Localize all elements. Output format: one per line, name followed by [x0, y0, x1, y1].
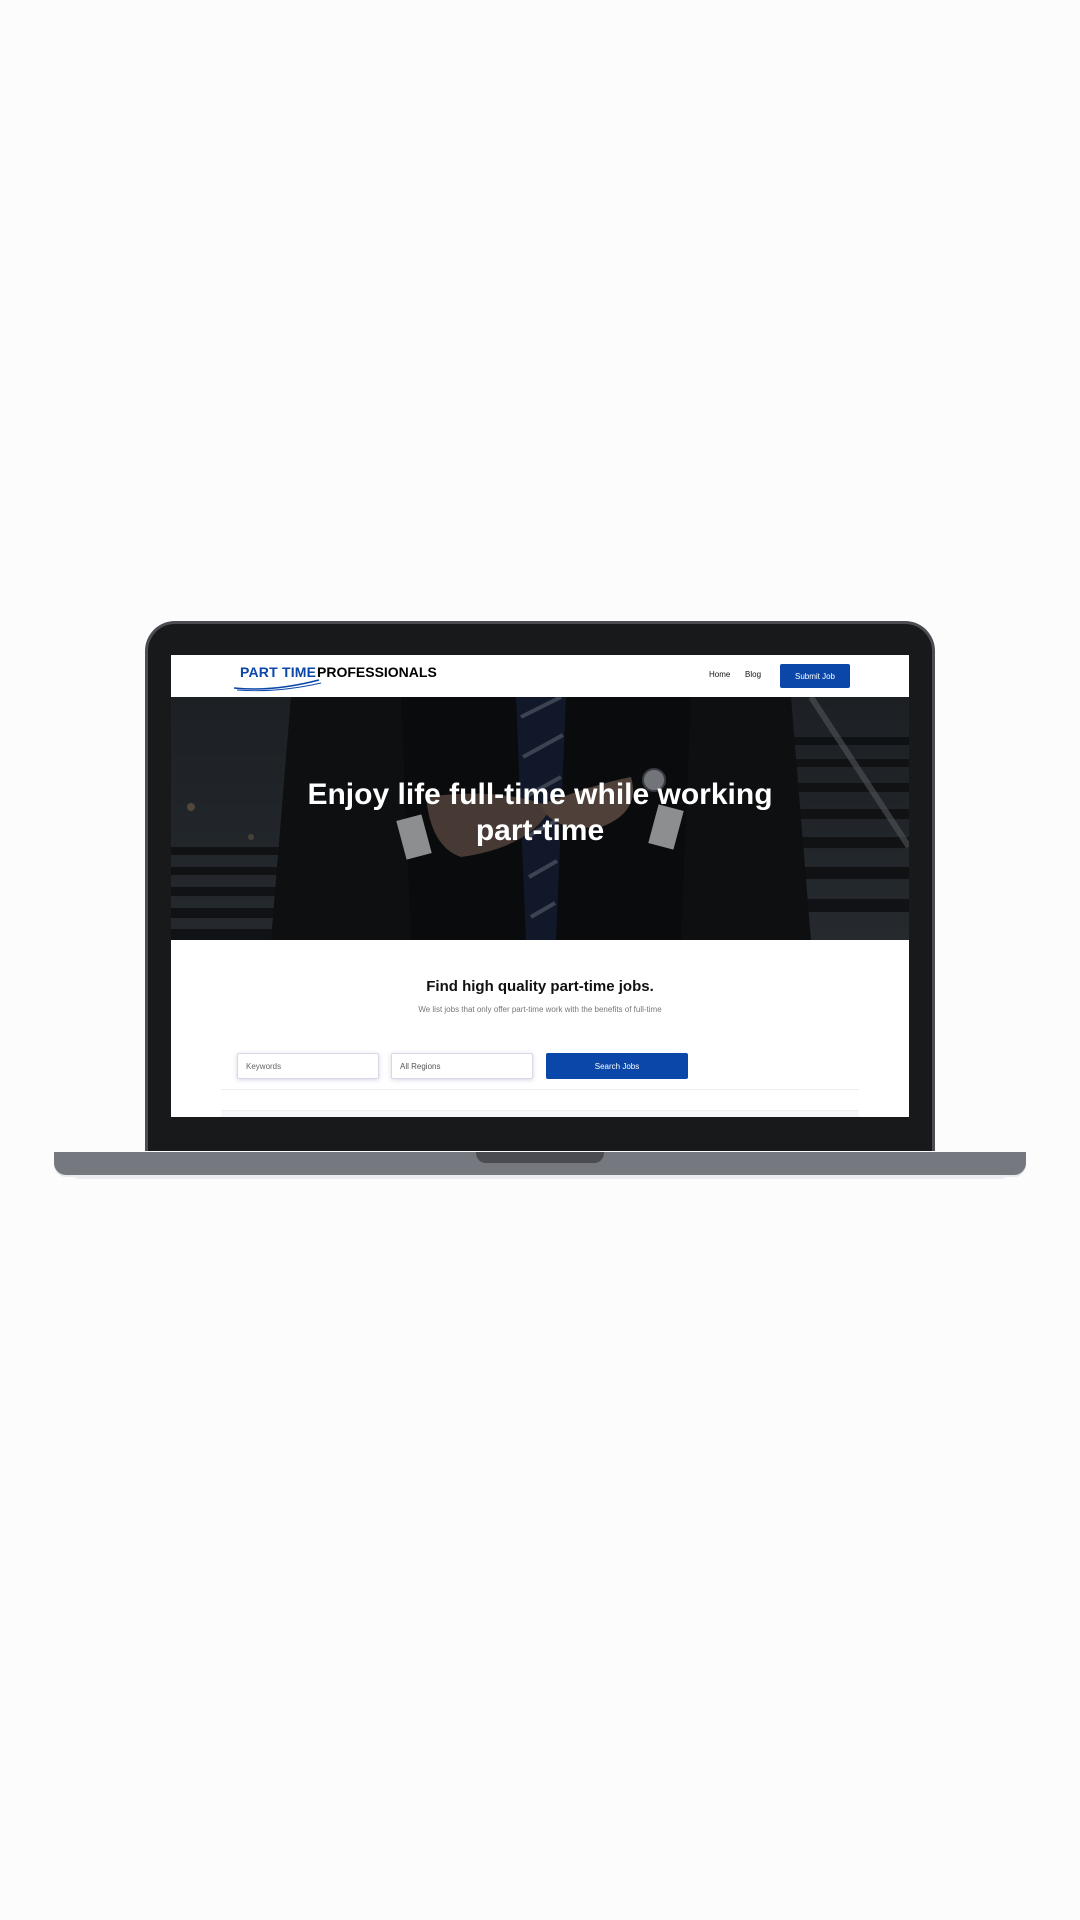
site-logo[interactable]: PART TIME PROFESSIONALS — [233, 662, 443, 692]
nav-blog-link[interactable]: Blog — [745, 670, 761, 679]
navbar: PART TIME PROFESSIONALS Home Blog Submit… — [171, 655, 909, 697]
hero-title-line2: part-time — [475, 814, 605, 847]
search-jobs-button[interactable]: Search Jobs — [546, 1053, 688, 1079]
hero-banner: Enjoy life full-time while working part-… — [171, 697, 909, 940]
section-heading: Find high quality part-time jobs. — [426, 978, 654, 995]
hero-title-line1: Enjoy life full-time while working — [307, 778, 773, 811]
section-divider — [221, 1089, 859, 1090]
submit-job-button[interactable]: Submit Job — [780, 664, 850, 688]
laptop-notch — [476, 1152, 604, 1163]
region-select[interactable]: All Regions — [391, 1053, 533, 1079]
nav-home-link[interactable]: Home — [709, 670, 730, 679]
region-select-value: All Regions — [400, 1062, 441, 1071]
keywords-field[interactable] — [237, 1053, 379, 1079]
section-subheading: We list jobs that only offer part-time w… — [418, 1005, 662, 1014]
laptop-shadow — [74, 1175, 1006, 1179]
keywords-input[interactable] — [238, 1054, 378, 1078]
hero-title: Enjoy life full-time while working part-… — [171, 777, 909, 849]
logo-professionals: PROFESSIONALS — [317, 664, 437, 680]
logo-swoosh-icon — [233, 679, 322, 692]
laptop-screen: PART TIME PROFESSIONALS Home Blog Submit… — [171, 655, 909, 1117]
listing-card-edge — [221, 1110, 859, 1117]
